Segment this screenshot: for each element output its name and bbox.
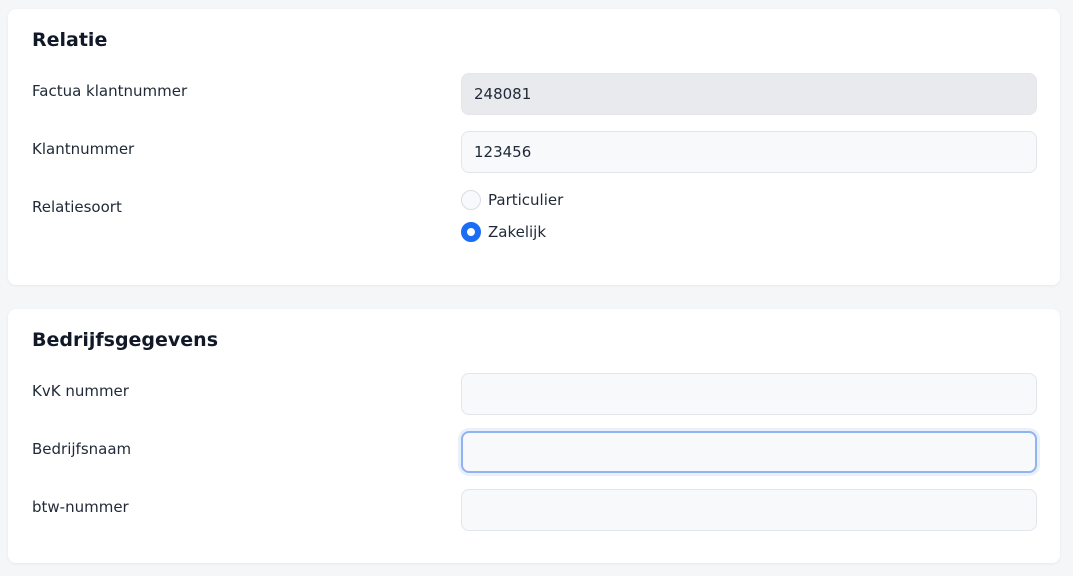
bedrijfsgegevens-title: Bedrijfsgegevens [32, 329, 219, 351]
radio-option-particulier[interactable]: Particulier [461, 190, 563, 210]
relatie-card: Relatie Factua klantnummer Klantnummer R… [8, 9, 1060, 285]
klantnummer-field[interactable] [461, 131, 1037, 173]
klantnummer-label: Klantnummer [32, 140, 135, 158]
bedrijfsnaam-label: Bedrijfsnaam [32, 440, 132, 458]
particulier-radio-label: Particulier [488, 191, 564, 209]
kvk-nummer-label: KvK nummer [32, 382, 129, 400]
relatiesoort-label: Relatiesoort [32, 198, 122, 216]
relatie-title: Relatie [32, 29, 108, 51]
bedrijfsnaam-field[interactable] [461, 431, 1037, 473]
particulier-radio[interactable] [461, 190, 481, 210]
zakelijk-radio[interactable] [461, 222, 481, 242]
factuur-klantnummer-field [461, 73, 1037, 115]
btw-nummer-field[interactable] [461, 489, 1037, 531]
zakelijk-radio-label: Zakelijk [488, 223, 547, 241]
bedrijfsgegevens-card: Bedrijfsgegevens KvK nummer Bedrijfsnaam… [8, 309, 1060, 563]
factuur-klantnummer-label: Factua klantnummer [32, 82, 188, 100]
radio-option-zakelijk[interactable]: Zakelijk [461, 222, 546, 242]
btw-nummer-label: btw-nummer [32, 498, 129, 516]
kvk-nummer-field[interactable] [461, 373, 1037, 415]
